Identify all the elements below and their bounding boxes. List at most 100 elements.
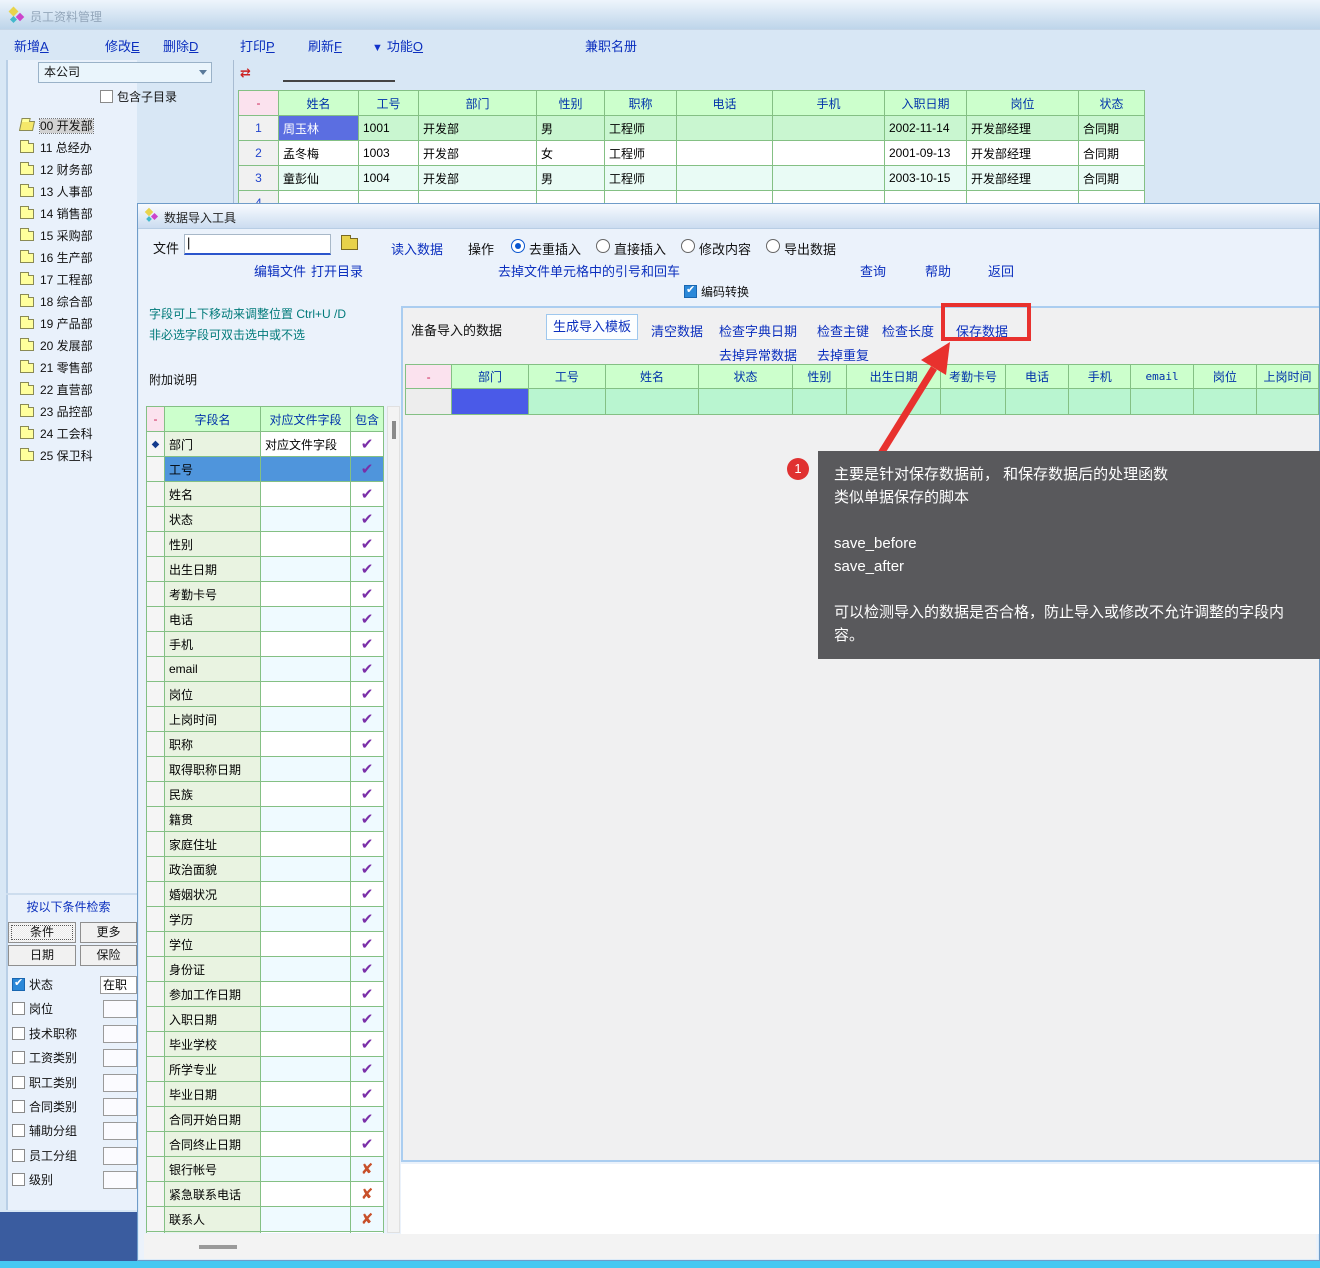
include-sub-checkbox[interactable]: 包含子目录	[100, 88, 177, 105]
help-button[interactable]: 帮助	[925, 261, 951, 280]
field-row[interactable]: 岗位✔	[147, 682, 384, 707]
field-name-cell[interactable]: 考勤卡号	[165, 582, 261, 607]
included-check-icon[interactable]: ✔	[351, 682, 384, 707]
included-check-icon[interactable]: ✔	[351, 457, 384, 482]
cell[interactable]: 开发部经理	[967, 166, 1079, 191]
field-row[interactable]: 工号 ✔	[147, 457, 384, 482]
field-name-cell[interactable]: 婚姻状况	[165, 882, 261, 907]
tree-item[interactable]: 11 总经办	[14, 137, 136, 159]
cell[interactable]	[773, 116, 885, 141]
field-row[interactable]: email✔	[147, 657, 384, 682]
print-button[interactable]: 打印P	[240, 36, 275, 55]
field-table-hscrollbar[interactable]	[144, 1234, 1316, 1259]
tree-item[interactable]: 21 零售部	[14, 357, 136, 379]
filter-checkbox-7[interactable]: 辅助分组	[12, 1124, 77, 1142]
cell[interactable]	[1131, 389, 1193, 415]
field-row[interactable]: 取得职称日期✔	[147, 757, 384, 782]
included-check-icon[interactable]: ✔	[351, 1132, 384, 1157]
tree-item[interactable]: 15 采购部	[14, 225, 136, 247]
import-column-header[interactable]: 姓名	[605, 365, 698, 389]
import-column-header[interactable]: 电话	[1005, 365, 1068, 389]
field-row[interactable]: 参加工作日期✔	[147, 982, 384, 1007]
field-name-cell[interactable]: 职称	[165, 732, 261, 757]
tree-item[interactable]: 14 销售部	[14, 203, 136, 225]
field-row[interactable]: 婚姻状况✔	[147, 882, 384, 907]
tree-item[interactable]: 20 发展部	[14, 335, 136, 357]
file-field-cell[interactable]	[261, 1057, 351, 1082]
radio-1[interactable]	[511, 239, 525, 253]
included-check-icon[interactable]: ✔	[351, 782, 384, 807]
field-row[interactable]: 考勤卡号 ✔	[147, 582, 384, 607]
back-button[interactable]: 返回	[988, 261, 1014, 280]
field-name-cell[interactable]: 籍贯	[165, 807, 261, 832]
field-name-cell[interactable]: 工号	[165, 457, 261, 482]
cell[interactable]: 女	[537, 141, 605, 166]
file-field-cell[interactable]	[261, 807, 351, 832]
cell[interactable]	[773, 141, 885, 166]
filter-checkbox-3[interactable]: 技术职称	[12, 1027, 77, 1045]
included-check-icon[interactable]: ✔	[351, 607, 384, 632]
field-name-cell[interactable]: 上岗时间	[165, 707, 261, 732]
field-name-cell[interactable]: 银行帐号	[165, 1157, 261, 1182]
field-row[interactable]: 联系人✘	[147, 1207, 384, 1232]
cell[interactable]: 2001-09-13	[885, 141, 967, 166]
field-name-cell[interactable]: 联系人	[165, 1207, 261, 1232]
file-field-cell[interactable]	[261, 957, 351, 982]
included-check-icon[interactable]: ✔	[351, 432, 384, 457]
cell[interactable]	[528, 389, 605, 415]
field-name-cell[interactable]: 电话	[165, 607, 261, 632]
cell[interactable]: 2003-10-15	[885, 166, 967, 191]
cell[interactable]: 1	[239, 116, 279, 141]
file-field-cell[interactable]	[261, 507, 351, 532]
company-select[interactable]: 本公司	[38, 62, 212, 83]
cell[interactable]	[847, 389, 941, 415]
tab-condition[interactable]: 条件	[8, 922, 76, 943]
filter-checkbox-1[interactable]: 状态	[12, 978, 53, 996]
field-row[interactable]: 姓名✔	[147, 482, 384, 507]
cell[interactable]: 开发部	[419, 116, 537, 141]
cell[interactable]	[792, 389, 846, 415]
field-row[interactable]: ◆部门对应文件字段✔	[147, 432, 384, 457]
cell[interactable]	[1069, 389, 1131, 415]
field-name-cell[interactable]: email	[165, 657, 261, 682]
field-row[interactable]: 电话 ✔	[147, 607, 384, 632]
cell[interactable]: 男	[537, 166, 605, 191]
cell[interactable]: 2002-11-14	[885, 116, 967, 141]
cell[interactable]: 开发部	[419, 141, 537, 166]
included-check-icon[interactable]: ✔	[351, 532, 384, 557]
file-field-cell[interactable]	[261, 607, 351, 632]
file-field-cell[interactable]	[261, 1232, 351, 1234]
column-header[interactable]: 姓名	[279, 91, 359, 116]
field-name-cell[interactable]: 手机	[165, 632, 261, 657]
tree-item[interactable]: 13 人事部	[14, 181, 136, 203]
file-field-cell[interactable]: 对应文件字段	[261, 432, 351, 457]
field-row[interactable]: 学位✔	[147, 932, 384, 957]
field-row[interactable]: 政治面貌✔	[147, 857, 384, 882]
included-check-icon[interactable]: ✔	[351, 1057, 384, 1082]
included-check-icon[interactable]: ✔	[351, 582, 384, 607]
filter-checkbox-4[interactable]: 工资类别	[12, 1051, 77, 1069]
import-column-header[interactable]: 状态	[699, 365, 792, 389]
cell[interactable]	[452, 389, 529, 415]
cell[interactable]: 2	[239, 141, 279, 166]
included-check-icon[interactable]: ✔	[351, 1007, 384, 1032]
import-column-header[interactable]: 工号	[528, 365, 605, 389]
file-field-cell[interactable]	[261, 832, 351, 857]
field-row[interactable]: 合同终止日期✔	[147, 1132, 384, 1157]
cell[interactable]: 孟冬梅	[279, 141, 359, 166]
file-field-cell[interactable]	[261, 557, 351, 582]
cell[interactable]	[699, 389, 792, 415]
field-row[interactable]: 籍贯✔	[147, 807, 384, 832]
browse-folder-icon[interactable]	[341, 238, 358, 250]
field-name-cell[interactable]: 合同开始日期	[165, 1107, 261, 1132]
check-dict-date-button[interactable]: 检查字典日期	[719, 321, 797, 340]
import-column-header[interactable]: 岗位	[1193, 365, 1256, 389]
swap-icon[interactable]: ⇄	[240, 65, 251, 81]
filter-value-input[interactable]	[103, 1025, 137, 1043]
column-header[interactable]: 岗位	[967, 91, 1079, 116]
field-row[interactable]: 毕业日期✔	[147, 1082, 384, 1107]
field-row[interactable]: 家庭住址✔	[147, 832, 384, 857]
quick-search-input[interactable]	[283, 62, 395, 82]
tree-item[interactable]: 23 品控部	[14, 401, 136, 423]
cell[interactable]	[677, 141, 773, 166]
